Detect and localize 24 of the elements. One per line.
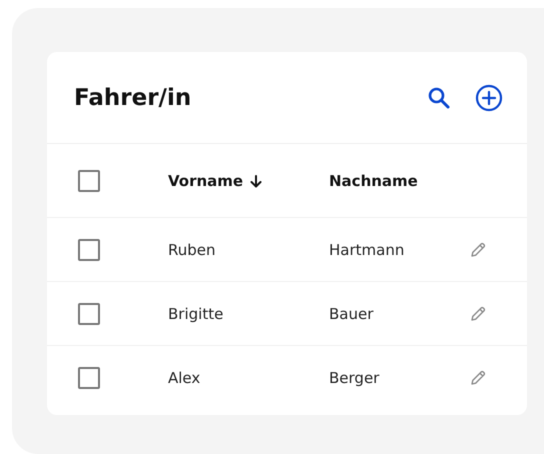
card-title: Fahrer/in [74,84,192,110]
pencil-icon [469,240,487,258]
search-button[interactable] [427,86,451,110]
checkbox[interactable] [78,170,100,192]
search-icon [427,86,451,110]
first-name-cell: Brigitte [168,305,224,323]
first-name-cell: Alex [168,369,200,387]
edit-button[interactable] [469,240,487,258]
checkbox[interactable] [78,366,100,388]
checkbox[interactable] [78,302,100,324]
add-button[interactable] [475,84,503,112]
last-name-cell: Berger [329,369,380,387]
pencil-icon [469,368,487,386]
sort-arrow-icon [249,174,264,188]
first-name-cell: Ruben [168,241,216,259]
pencil-icon [469,304,487,322]
edit-button[interactable] [469,368,487,386]
checkbox[interactable] [78,238,100,260]
last-name-cell: Hartmann [329,241,404,259]
edit-button[interactable] [469,304,487,322]
column-header[interactable]: Vorname [168,172,264,190]
column-header[interactable]: Nachname [329,172,418,190]
add-icon [475,84,503,112]
last-name-cell: Bauer [329,305,374,323]
